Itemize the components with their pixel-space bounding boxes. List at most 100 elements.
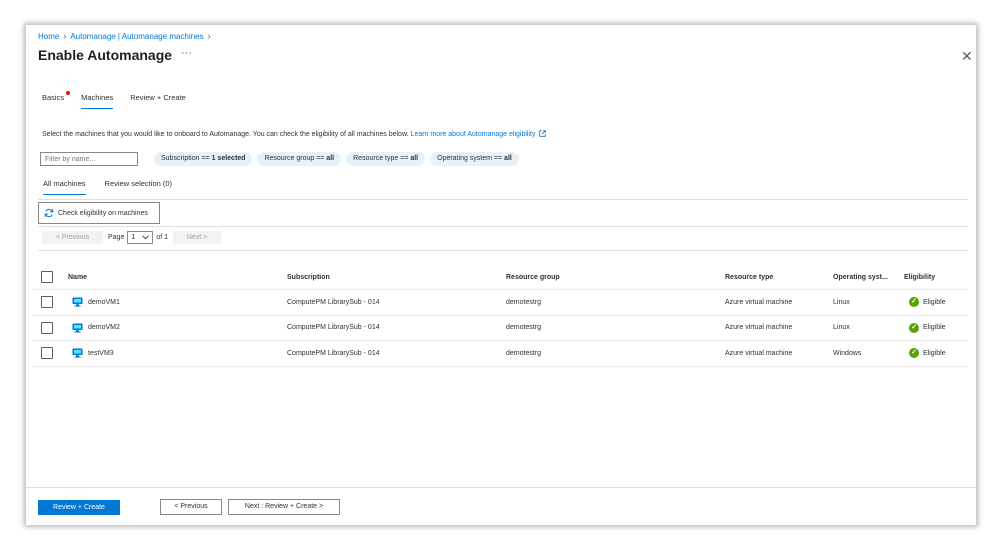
pill-key: Subscription ==	[161, 155, 212, 162]
refresh-icon	[44, 208, 54, 218]
table-row[interactable]: demoVM2 ComputePM LibrarySub - 014 demot…	[32, 316, 968, 341]
eligibility-cell: ✓ Eligible	[909, 290, 946, 315]
tab-machines-label: Machines	[81, 93, 114, 102]
enable-automanage-blade: Home › Automanage | Automanage machines …	[26, 25, 976, 525]
tab-basics-label: Basics	[42, 93, 65, 102]
resource-group-cell: demotestrg	[506, 298, 542, 306]
eligibility-status: Eligible	[923, 298, 946, 306]
virtual-machine-icon	[72, 297, 83, 307]
column-header[interactable]: Subscription	[287, 265, 330, 289]
eligibility-cell: ✓ Eligible	[909, 341, 946, 366]
table-row[interactable]: testVM3 ComputePM LibrarySub - 014 demot…	[32, 341, 968, 367]
eligibility-status: Eligible	[923, 349, 946, 357]
pill-key: Resource type ==	[353, 155, 411, 162]
breadcrumb-automanage[interactable]: Automanage | Automanage machines	[70, 32, 203, 41]
vm-name-link[interactable]: demoVM1	[88, 299, 120, 306]
subscription-cell: ComputePM LibrarySub - 014	[287, 349, 380, 357]
pill-key: Operating system ==	[437, 155, 505, 162]
os-cell: Windows	[833, 349, 862, 357]
description: Select the machines that you would like …	[42, 130, 547, 138]
select-all-cell	[41, 265, 53, 289]
page-select[interactable]: 1	[127, 231, 154, 244]
tab-machines[interactable]: Machines	[81, 93, 114, 109]
page-label: Page	[108, 234, 125, 241]
os-cell: Linux	[833, 298, 850, 306]
pill-value: all	[410, 155, 419, 162]
filter-by-name-input[interactable]	[40, 152, 138, 166]
breadcrumb-chevron-icon: ›	[63, 31, 67, 41]
operating-system-filter-pill[interactable]: Operating system == all	[430, 152, 519, 166]
vm-name-link[interactable]: demoVM2	[88, 324, 120, 331]
page-of-label: of 1	[156, 234, 169, 241]
check-circle-icon: ✓	[909, 348, 919, 359]
subscription-cell: ComputePM LibrarySub - 014	[287, 298, 380, 306]
row-checkbox[interactable]	[41, 296, 53, 309]
resource-group-cell: demotestrg	[506, 349, 542, 357]
footer-divider	[26, 487, 976, 488]
tab-basics[interactable]: Basics	[42, 91, 71, 109]
row-select-cell	[41, 316, 53, 341]
breadcrumb: Home › Automanage | Automanage machines …	[38, 31, 215, 41]
tab-review-create[interactable]: Review + Create	[130, 93, 186, 109]
wizard-tabs: Basics Machines Review + Create	[42, 91, 203, 109]
check-eligibility-label: Check eligibility on machines	[58, 209, 148, 217]
machine-tabs: All machines Review selection (0)	[43, 179, 191, 195]
name-cell: demoVM2	[72, 316, 120, 341]
description-text: Select the machines that you would like …	[42, 131, 409, 138]
subscription-cell: ComputePM LibrarySub - 014	[287, 324, 380, 332]
error-dot-icon	[66, 91, 71, 95]
pill-value: all	[504, 155, 512, 162]
tab-review-create-label: Review + Create	[130, 93, 186, 102]
pill-value: 1 selected	[211, 155, 246, 162]
pager-next-button[interactable]: Next >	[173, 231, 222, 244]
page-title: Enable Automanage	[38, 47, 173, 63]
column-header[interactable]: Resource group	[506, 265, 560, 289]
divider	[38, 199, 968, 200]
learn-more-link[interactable]: Learn more about Automanage eligibility	[410, 130, 547, 138]
row-select-cell	[41, 341, 53, 366]
check-circle-icon: ✓	[909, 322, 919, 333]
column-header[interactable]: Name	[68, 265, 87, 289]
table-row[interactable]: demoVM1 ComputePM LibrarySub - 014 demot…	[32, 290, 968, 316]
column-header[interactable]: Resource type	[725, 265, 773, 289]
tab-all-machines[interactable]: All machines	[43, 179, 86, 195]
eligibility-cell: ✓ Eligible	[909, 316, 946, 341]
vm-name-link[interactable]: testVM3	[88, 350, 114, 357]
breadcrumb-home[interactable]: Home	[38, 32, 59, 41]
close-icon[interactable]: ✕	[961, 48, 973, 65]
more-options-icon[interactable]: ···	[181, 47, 192, 59]
virtual-machine-icon	[72, 348, 83, 358]
check-eligibility-button[interactable]: Check eligibility on machines	[38, 202, 160, 224]
column-header[interactable]: Eligibility	[904, 265, 935, 289]
resource-group-cell: demotestrg	[506, 324, 542, 332]
row-checkbox[interactable]	[41, 321, 53, 334]
review-create-button[interactable]: Review + Create	[38, 500, 120, 515]
pill-value: all	[326, 155, 335, 162]
pager: < Previous Page 1 of 1 Next >	[42, 231, 222, 244]
row-checkbox[interactable]	[41, 347, 53, 360]
column-header[interactable]: Operating syst...	[833, 265, 888, 289]
resource-type-filter-pill[interactable]: Resource type == all	[346, 152, 426, 166]
os-cell: Linux	[833, 324, 850, 332]
page-value: 1	[131, 234, 136, 241]
select-all-checkbox[interactable]	[41, 271, 53, 283]
breadcrumb-chevron-icon: ›	[207, 31, 211, 41]
resource-group-filter-pill[interactable]: Resource group == all	[257, 152, 342, 166]
pill-key: Resource group ==	[264, 155, 327, 162]
pager-previous-button[interactable]: < Previous	[42, 231, 103, 244]
resource-type-cell: Azure virtual machine	[725, 349, 793, 357]
previous-button[interactable]: < Previous	[160, 499, 222, 515]
resource-type-cell: Azure virtual machine	[725, 324, 793, 332]
tab-review-selection[interactable]: Review selection (0)	[105, 179, 173, 195]
next-review-create-button[interactable]: Next : Review + Create >	[228, 499, 340, 515]
check-circle-icon: ✓	[909, 297, 919, 308]
divider	[38, 226, 968, 227]
row-select-cell	[41, 290, 53, 315]
chevron-down-icon	[142, 235, 150, 240]
resource-type-cell: Azure virtual machine	[725, 298, 793, 306]
learn-more-label: Learn more about Automanage eligibility	[410, 131, 536, 138]
machines-table: Name Subscription Resource group Resourc…	[32, 265, 968, 367]
virtual-machine-icon	[72, 323, 83, 333]
subscription-filter-pill[interactable]: Subscription == 1 selected	[154, 152, 253, 166]
name-cell: testVM3	[72, 341, 114, 366]
